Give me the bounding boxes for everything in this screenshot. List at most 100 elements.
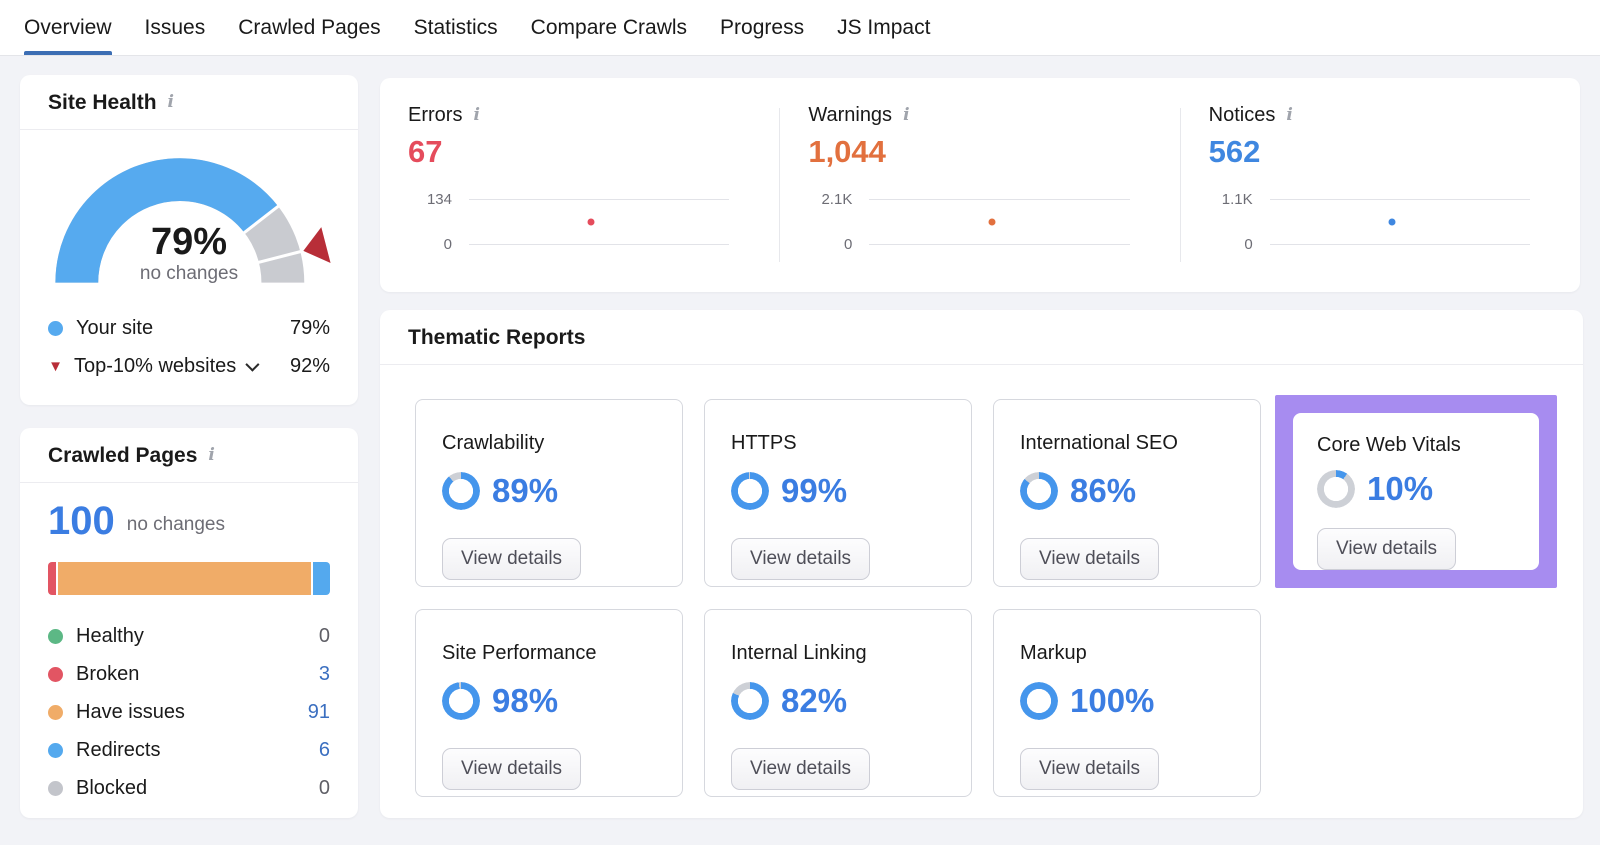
notices-label: Notices — [1208, 104, 1276, 126]
site-health-gauge: 79% no changes — [20, 150, 358, 303]
warnings-label: Warnings — [808, 104, 893, 126]
report-card-markup: Markup 100% View details — [993, 609, 1261, 797]
info-icon[interactable] — [903, 107, 909, 124]
orange-dot-icon — [48, 704, 63, 720]
gray-dot-icon — [48, 780, 63, 796]
legend-label: Top-10% websites — [74, 354, 237, 377]
view-details-button[interactable]: View details — [1317, 528, 1457, 570]
site-health-value: 79% — [150, 221, 228, 263]
score-percent: 89% — [492, 472, 559, 509]
blue-dot-icon — [48, 320, 63, 336]
view-details-button[interactable]: View details — [442, 538, 582, 580]
site-health-legend: Your site 79% ▼ Top-10% websites 92% — [20, 303, 358, 385]
crawled-change: no changes — [126, 514, 225, 535]
axis-max-label: 134 — [426, 191, 452, 208]
legend-value-link[interactable]: 91 — [308, 701, 330, 724]
score-donut-chart — [442, 472, 480, 510]
site-health-title: Site Health — [48, 90, 157, 114]
view-details-button[interactable]: View details — [731, 748, 871, 790]
score-donut-chart — [731, 682, 769, 720]
report-card-crawlability: Crawlability 89% View details — [415, 399, 683, 587]
blue-dot-icon — [48, 742, 63, 758]
bar-segment-broken[interactable] — [48, 562, 57, 595]
plot-area — [1269, 199, 1530, 245]
score-percent: 86% — [1070, 472, 1137, 509]
warnings-stat: Warnings 1,044 2.1K 0 — [780, 78, 1179, 292]
score-percent: 82% — [781, 682, 848, 719]
info-icon[interactable] — [168, 94, 174, 111]
legend-label: Broken — [76, 662, 140, 685]
crawled-total-row: 100 no changes — [48, 501, 330, 541]
report-title: International SEO — [1020, 432, 1178, 454]
site-health-change: no changes — [139, 263, 239, 284]
crawled-pages-legend: Healthy 0 Broken 3 Have issues 91 Redire… — [48, 617, 330, 807]
report-card-international-seo: International SEO 86% View details — [993, 399, 1261, 587]
legend-row-have-issues: Have issues 91 — [48, 693, 330, 731]
bar-segment-redirects[interactable] — [313, 562, 330, 595]
info-icon[interactable] — [208, 447, 214, 464]
errors-label: Errors — [408, 104, 463, 126]
crawled-pages-body: 100 no changes Healthy 0 Broken 3 Have i… — [20, 483, 358, 807]
legend-row-redirects: Redirects 6 — [48, 731, 330, 769]
legend-value: 0 — [318, 624, 330, 647]
gauge-center-label: 79% no changes — [20, 222, 358, 286]
score-percent: 99% — [781, 472, 848, 509]
y-axis-labels: 2.1K 0 — [808, 191, 852, 253]
tab-compare-crawls[interactable]: Compare Crawls — [531, 0, 687, 55]
info-icon[interactable] — [473, 107, 479, 124]
chevron-down-icon[interactable] — [245, 357, 260, 372]
report-card-site-performance: Site Performance 98% View details — [415, 609, 683, 797]
plot-area — [469, 199, 730, 245]
score-donut-chart — [1020, 682, 1058, 720]
errors-count[interactable]: 67 — [408, 135, 779, 169]
data-point-dot — [988, 218, 996, 226]
tab-js-impact[interactable]: JS Impact — [837, 0, 930, 55]
report-title: Internal Linking — [731, 642, 867, 664]
axis-max-label: 1.1K — [1221, 191, 1253, 208]
score-donut-chart — [1020, 472, 1058, 510]
tab-issues[interactable]: Issues — [145, 0, 206, 55]
tab-crawled-pages[interactable]: Crawled Pages — [238, 0, 380, 55]
bar-segment-have-issues[interactable] — [58, 562, 312, 595]
y-axis-labels: 134 0 — [408, 191, 452, 253]
warnings-count[interactable]: 1,044 — [808, 135, 1179, 169]
errors-stat: Errors 67 134 0 — [380, 78, 779, 292]
thematic-reports-title: Thematic Reports — [408, 325, 586, 349]
site-health-card: Site Health 79% no changes Your site 79%… — [20, 75, 358, 405]
report-title: Crawlability — [442, 432, 545, 454]
legend-row-healthy: Healthy 0 — [48, 617, 330, 655]
legend-label: Redirects — [76, 738, 161, 761]
thematic-reports-grid: Crawlability 89% View details HTTPS 99% … — [380, 365, 1583, 797]
axis-min-label: 0 — [443, 236, 452, 253]
legend-label: Your site — [76, 316, 154, 339]
thematic-reports-header: Thematic Reports — [380, 310, 1583, 365]
view-details-button[interactable]: View details — [442, 748, 582, 790]
legend-value-link[interactable]: 6 — [319, 739, 330, 762]
tab-progress[interactable]: Progress — [720, 0, 804, 55]
crawled-pages-title: Crawled Pages — [48, 443, 198, 467]
score-donut-chart — [731, 472, 769, 510]
report-card-https: HTTPS 99% View details — [704, 399, 972, 587]
crawled-pages-card: Crawled Pages 100 no changes Healthy 0 B… — [20, 428, 358, 818]
red-triangle-icon: ▼ — [48, 357, 63, 375]
red-dot-icon — [48, 666, 63, 682]
green-dot-icon — [48, 628, 63, 644]
view-details-button[interactable]: View details — [1020, 538, 1160, 580]
legend-row-your-site: Your site 79% — [48, 309, 330, 347]
axis-min-label: 0 — [1244, 236, 1253, 253]
purple-highlight-annotation: Core Web Vitals 10% View details — [1275, 395, 1557, 588]
view-details-button[interactable]: View details — [731, 538, 871, 580]
view-details-button[interactable]: View details — [1020, 748, 1160, 790]
tab-statistics[interactable]: Statistics — [414, 0, 498, 55]
tab-overview[interactable]: Overview — [24, 0, 112, 55]
legend-row-blocked: Blocked 0 — [48, 769, 330, 807]
notices-count[interactable]: 562 — [1209, 135, 1580, 169]
info-icon[interactable] — [1286, 107, 1292, 124]
score-donut-chart — [1317, 470, 1355, 508]
legend-label: Blocked — [76, 776, 148, 799]
data-point-dot — [1388, 218, 1396, 226]
legend-value: 0 — [318, 776, 330, 799]
legend-value-link[interactable]: 3 — [319, 663, 330, 686]
legend-row-top10-websites[interactable]: ▼ Top-10% websites 92% — [48, 347, 330, 385]
legend-value: 79% — [289, 316, 330, 339]
